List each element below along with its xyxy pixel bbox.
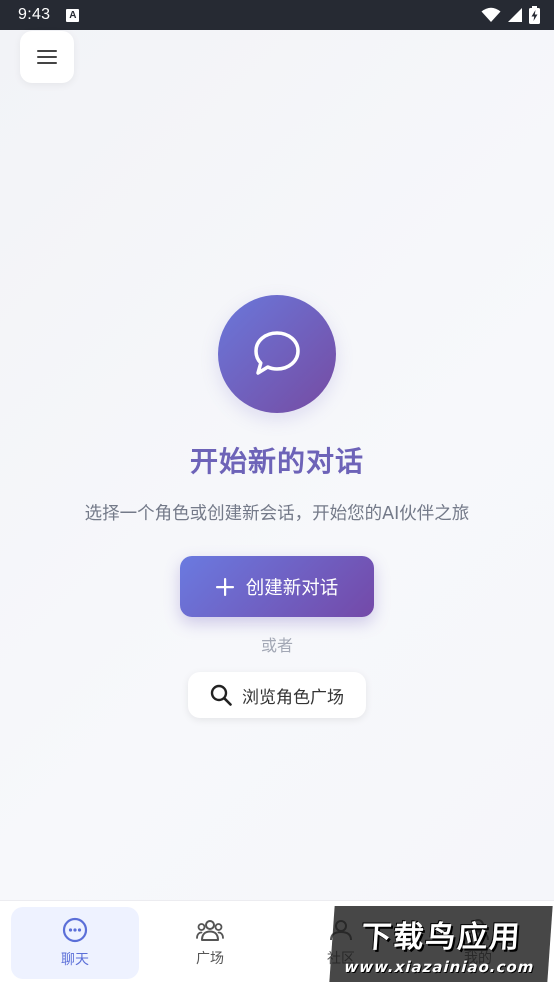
nav-item-square[interactable]: 广场 — [146, 907, 274, 979]
nav-label-chat: 聊天 — [61, 952, 89, 968]
plus-icon — [215, 577, 234, 596]
battery-charging-icon — [529, 6, 540, 24]
status-left: 9:43 A — [18, 6, 80, 24]
hero-chat-icon-circle — [218, 295, 336, 413]
browse-characters-label: 浏览角色广场 — [242, 687, 344, 708]
create-chat-label: 创建新对话 — [245, 577, 339, 599]
hero-title: 开始新的对话 — [189, 445, 364, 478]
cell-signal-icon — [508, 8, 522, 22]
search-icon — [210, 684, 232, 706]
status-right — [481, 6, 540, 24]
group-icon — [196, 920, 224, 941]
or-divider-text: 或者 — [260, 636, 293, 655]
browse-characters-button[interactable]: 浏览角色广场 — [188, 672, 366, 718]
status-time: 9:43 — [18, 6, 51, 23]
watermark-url: www.xiazainiao.com — [343, 958, 536, 976]
main-content: 开始新的对话 选择一个角色或创建新会话，开始您的AI伙伴之旅 创建新对话 或者 … — [0, 30, 554, 900]
watermark-title: 下载鸟应用 — [360, 920, 523, 955]
menu-button[interactable] — [20, 31, 74, 83]
notification-a-icon: A — [66, 8, 80, 22]
chat-bubble-icon — [254, 331, 300, 375]
hamburger-menu-icon — [37, 50, 57, 64]
chat-dots-icon — [62, 917, 88, 943]
watermark-logo: 下载鸟应用 www.xiazainiao.com — [329, 906, 553, 982]
nav-item-chat[interactable]: 聊天 — [11, 907, 139, 979]
wifi-icon — [481, 7, 501, 22]
status-bar: 9:43 A — [0, 0, 554, 30]
nav-label-square: 广场 — [196, 951, 224, 967]
create-chat-button[interactable]: 创建新对话 — [180, 556, 374, 617]
hero-subtitle: 选择一个角色或创建新会话，开始您的AI伙伴之旅 — [84, 504, 470, 524]
